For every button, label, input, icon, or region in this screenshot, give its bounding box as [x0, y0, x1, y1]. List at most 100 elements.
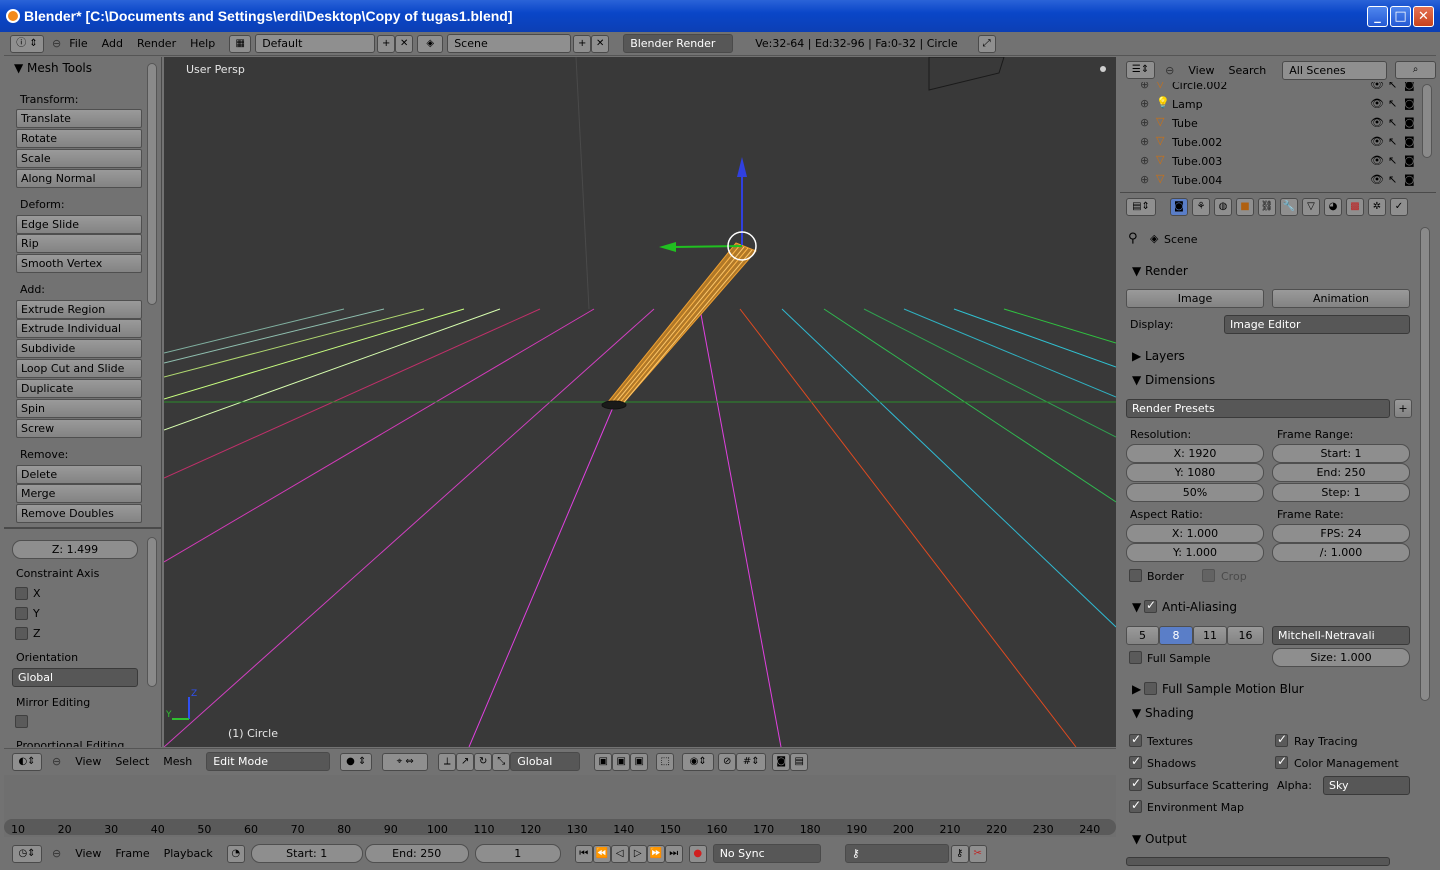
record-icon[interactable]: ● [688, 844, 707, 863]
display-filter-select[interactable]: All Scenes [1282, 60, 1388, 80]
physics-tab-icon[interactable]: ✓ [1390, 197, 1408, 216]
face-select-icon[interactable]: ▣ [630, 752, 649, 771]
z-value-field[interactable]: Z: 1.499 [12, 540, 138, 559]
snap-element-icon[interactable]: #⇕ [736, 752, 767, 771]
minimize-button[interactable]: _ [1367, 6, 1388, 27]
full-sample-checkbox[interactable] [1129, 651, 1142, 664]
alpha-select[interactable]: Sky [1323, 776, 1410, 795]
resolution-y-field[interactable]: Y: 1080 [1126, 463, 1264, 482]
search-icon[interactable]: ⌕ [1395, 61, 1436, 79]
menu-render[interactable]: Render [137, 37, 176, 50]
renderability-camera-icon[interactable]: ◙ [1404, 116, 1415, 129]
sync-select[interactable]: No Sync [712, 844, 821, 863]
operator-scrollbar[interactable] [147, 537, 157, 687]
snap-icon[interactable]: ⊘ [718, 752, 737, 771]
color-management-checkbox[interactable] [1275, 754, 1288, 769]
world-tab-icon[interactable]: ◍ [1214, 197, 1232, 216]
editor-type-timeline-icon[interactable]: ◷⇕ [12, 844, 42, 863]
collapse-menu-icon[interactable]: ⊖ [1165, 64, 1174, 77]
selectability-cursor-icon[interactable]: ↖ [1388, 97, 1397, 110]
remove-layout-icon[interactable]: ✕ [395, 34, 414, 53]
shadows-checkbox[interactable] [1129, 754, 1142, 769]
outliner-row[interactable]: ⊕ ▽ Tube.004 👁 ↖ ◙ [1120, 171, 1420, 188]
menu-add[interactable]: Add [102, 37, 123, 50]
textures-checkbox[interactable] [1129, 732, 1142, 747]
outliner-row[interactable]: ⊕ ▽ Circle.002 👁 ↖ ◙ [1120, 82, 1420, 95]
border-checkbox[interactable] [1129, 569, 1142, 582]
render-animation-button[interactable]: Animation [1272, 289, 1410, 308]
scene-field[interactable]: Scene [447, 34, 572, 53]
timeline-area[interactable]: 10 20 30 40 50 60 70 80 90 100 110 120 130 140 150 160 1… [4, 775, 1116, 837]
expand-icon[interactable]: ⊕ [1140, 97, 1149, 110]
play-reverse-icon[interactable]: ◁ [610, 844, 629, 863]
visibility-eye-icon[interactable]: 👁 [1370, 173, 1384, 186]
properties-scrollbar[interactable] [1420, 227, 1430, 701]
viewport-shading-icon[interactable]: ● ⇕ [340, 752, 373, 771]
aa-samples-5[interactable]: 5 [1126, 626, 1159, 645]
translate-button[interactable]: Translate [16, 109, 142, 128]
delete-button[interactable]: Delete [16, 465, 142, 484]
resolution-percentage-field[interactable]: 50% [1126, 483, 1264, 502]
aa-filter-select[interactable]: Mitchell-Netravali [1272, 626, 1410, 645]
texture-tab-icon[interactable]: ▩ [1346, 197, 1364, 216]
render-presets-select[interactable]: Render Presets [1126, 399, 1390, 418]
sss-checkbox[interactable] [1129, 776, 1142, 791]
crop-checkbox[interactable] [1202, 569, 1215, 582]
screen-layout-icon[interactable]: ▦ [229, 34, 252, 53]
transform-orientation-select[interactable]: Global [510, 752, 581, 771]
selectability-cursor-icon[interactable]: ↖ [1388, 173, 1397, 186]
fps-base-field[interactable]: /: 1.000 [1272, 543, 1410, 562]
menu-mesh[interactable]: Mesh [163, 755, 192, 768]
translate-manipulator-icon[interactable]: ↗ [456, 752, 475, 771]
modifiers-tab-icon[interactable]: 🔧 [1280, 197, 1298, 216]
display-select[interactable]: Image Editor [1224, 315, 1410, 334]
frame-start-field[interactable]: Start: 1 [1272, 444, 1410, 463]
insert-keyframe-icon[interactable]: ⚷ [950, 844, 969, 863]
aspect-x-field[interactable]: X: 1.000 [1126, 524, 1264, 543]
scale-manipulator-icon[interactable]: ⤡ [492, 752, 511, 771]
scale-button[interactable]: Scale [16, 149, 142, 168]
menu-file[interactable]: File [69, 37, 87, 50]
outliner-row[interactable]: ⊕ ▽ Tube.003 👁 ↖ ◙ [1120, 152, 1420, 171]
constraints-tab-icon[interactable]: ⛓ [1258, 197, 1276, 216]
ray-tracing-checkbox[interactable] [1275, 732, 1288, 747]
material-tab-icon[interactable]: ◕ [1324, 197, 1342, 216]
remove-scene-icon[interactable]: ✕ [591, 34, 610, 53]
remove-doubles-button[interactable]: Remove Doubles [16, 504, 142, 523]
loop-cut-button[interactable]: Loop Cut and Slide [16, 359, 142, 378]
visibility-eye-icon[interactable]: 👁 [1370, 154, 1384, 167]
rotate-manipulator-icon[interactable]: ↻ [474, 752, 493, 771]
shading-panel-header[interactable]: ▼ Shading [1124, 702, 1414, 724]
dimensions-panel-header[interactable]: ▼ Dimensions [1124, 369, 1414, 391]
merge-button[interactable]: Merge [16, 484, 142, 503]
menu-select[interactable]: Select [115, 755, 149, 768]
delete-keyframe-icon[interactable]: ✂ [968, 844, 987, 863]
visibility-eye-icon[interactable]: 👁 [1370, 82, 1384, 91]
jump-start-icon[interactable]: ⏮ [574, 844, 593, 863]
renderability-camera-icon[interactable]: ◙ [1404, 173, 1415, 186]
scene-icon[interactable]: ◈ [417, 34, 444, 53]
fullscreen-icon[interactable]: ⤢ [977, 34, 996, 53]
extrude-individual-button[interactable]: Extrude Individual [16, 319, 142, 338]
render-engine-select[interactable]: Blender Render [623, 34, 734, 53]
menu-help[interactable]: Help [190, 37, 215, 50]
expand-icon[interactable]: ⊕ [1140, 116, 1149, 129]
renderability-camera-icon[interactable]: ◙ [1404, 97, 1415, 110]
renderability-camera-icon[interactable]: ◙ [1404, 135, 1415, 148]
mode-select[interactable]: Edit Mode [206, 752, 331, 771]
outliner-row[interactable]: ⊕ ▽ Tube 👁 ↖ ◙ [1120, 114, 1420, 133]
collapse-menu-icon[interactable]: ⊖ [52, 37, 61, 50]
keying-set-field[interactable]: ⚷ [844, 844, 949, 863]
add-scene-icon[interactable]: + [573, 34, 592, 53]
play-icon[interactable]: ▷ [628, 844, 647, 863]
selectability-cursor-icon[interactable]: ↖ [1388, 135, 1397, 148]
collapse-menu-icon[interactable]: ⊖ [52, 755, 61, 768]
orientation-select[interactable]: Global [12, 668, 138, 687]
pin-icon[interactable]: ⚲ [1128, 231, 1138, 246]
manipulator-toggle-icon[interactable]: ⟂ [438, 752, 457, 771]
spin-button[interactable]: Spin [16, 399, 142, 418]
constraint-x-checkbox[interactable] [15, 587, 28, 600]
aa-samples-11[interactable]: 11 [1193, 626, 1227, 645]
pivot-point-icon[interactable]: ⌖ ⇔ [382, 752, 429, 771]
fps-field[interactable]: FPS: 24 [1272, 524, 1410, 543]
